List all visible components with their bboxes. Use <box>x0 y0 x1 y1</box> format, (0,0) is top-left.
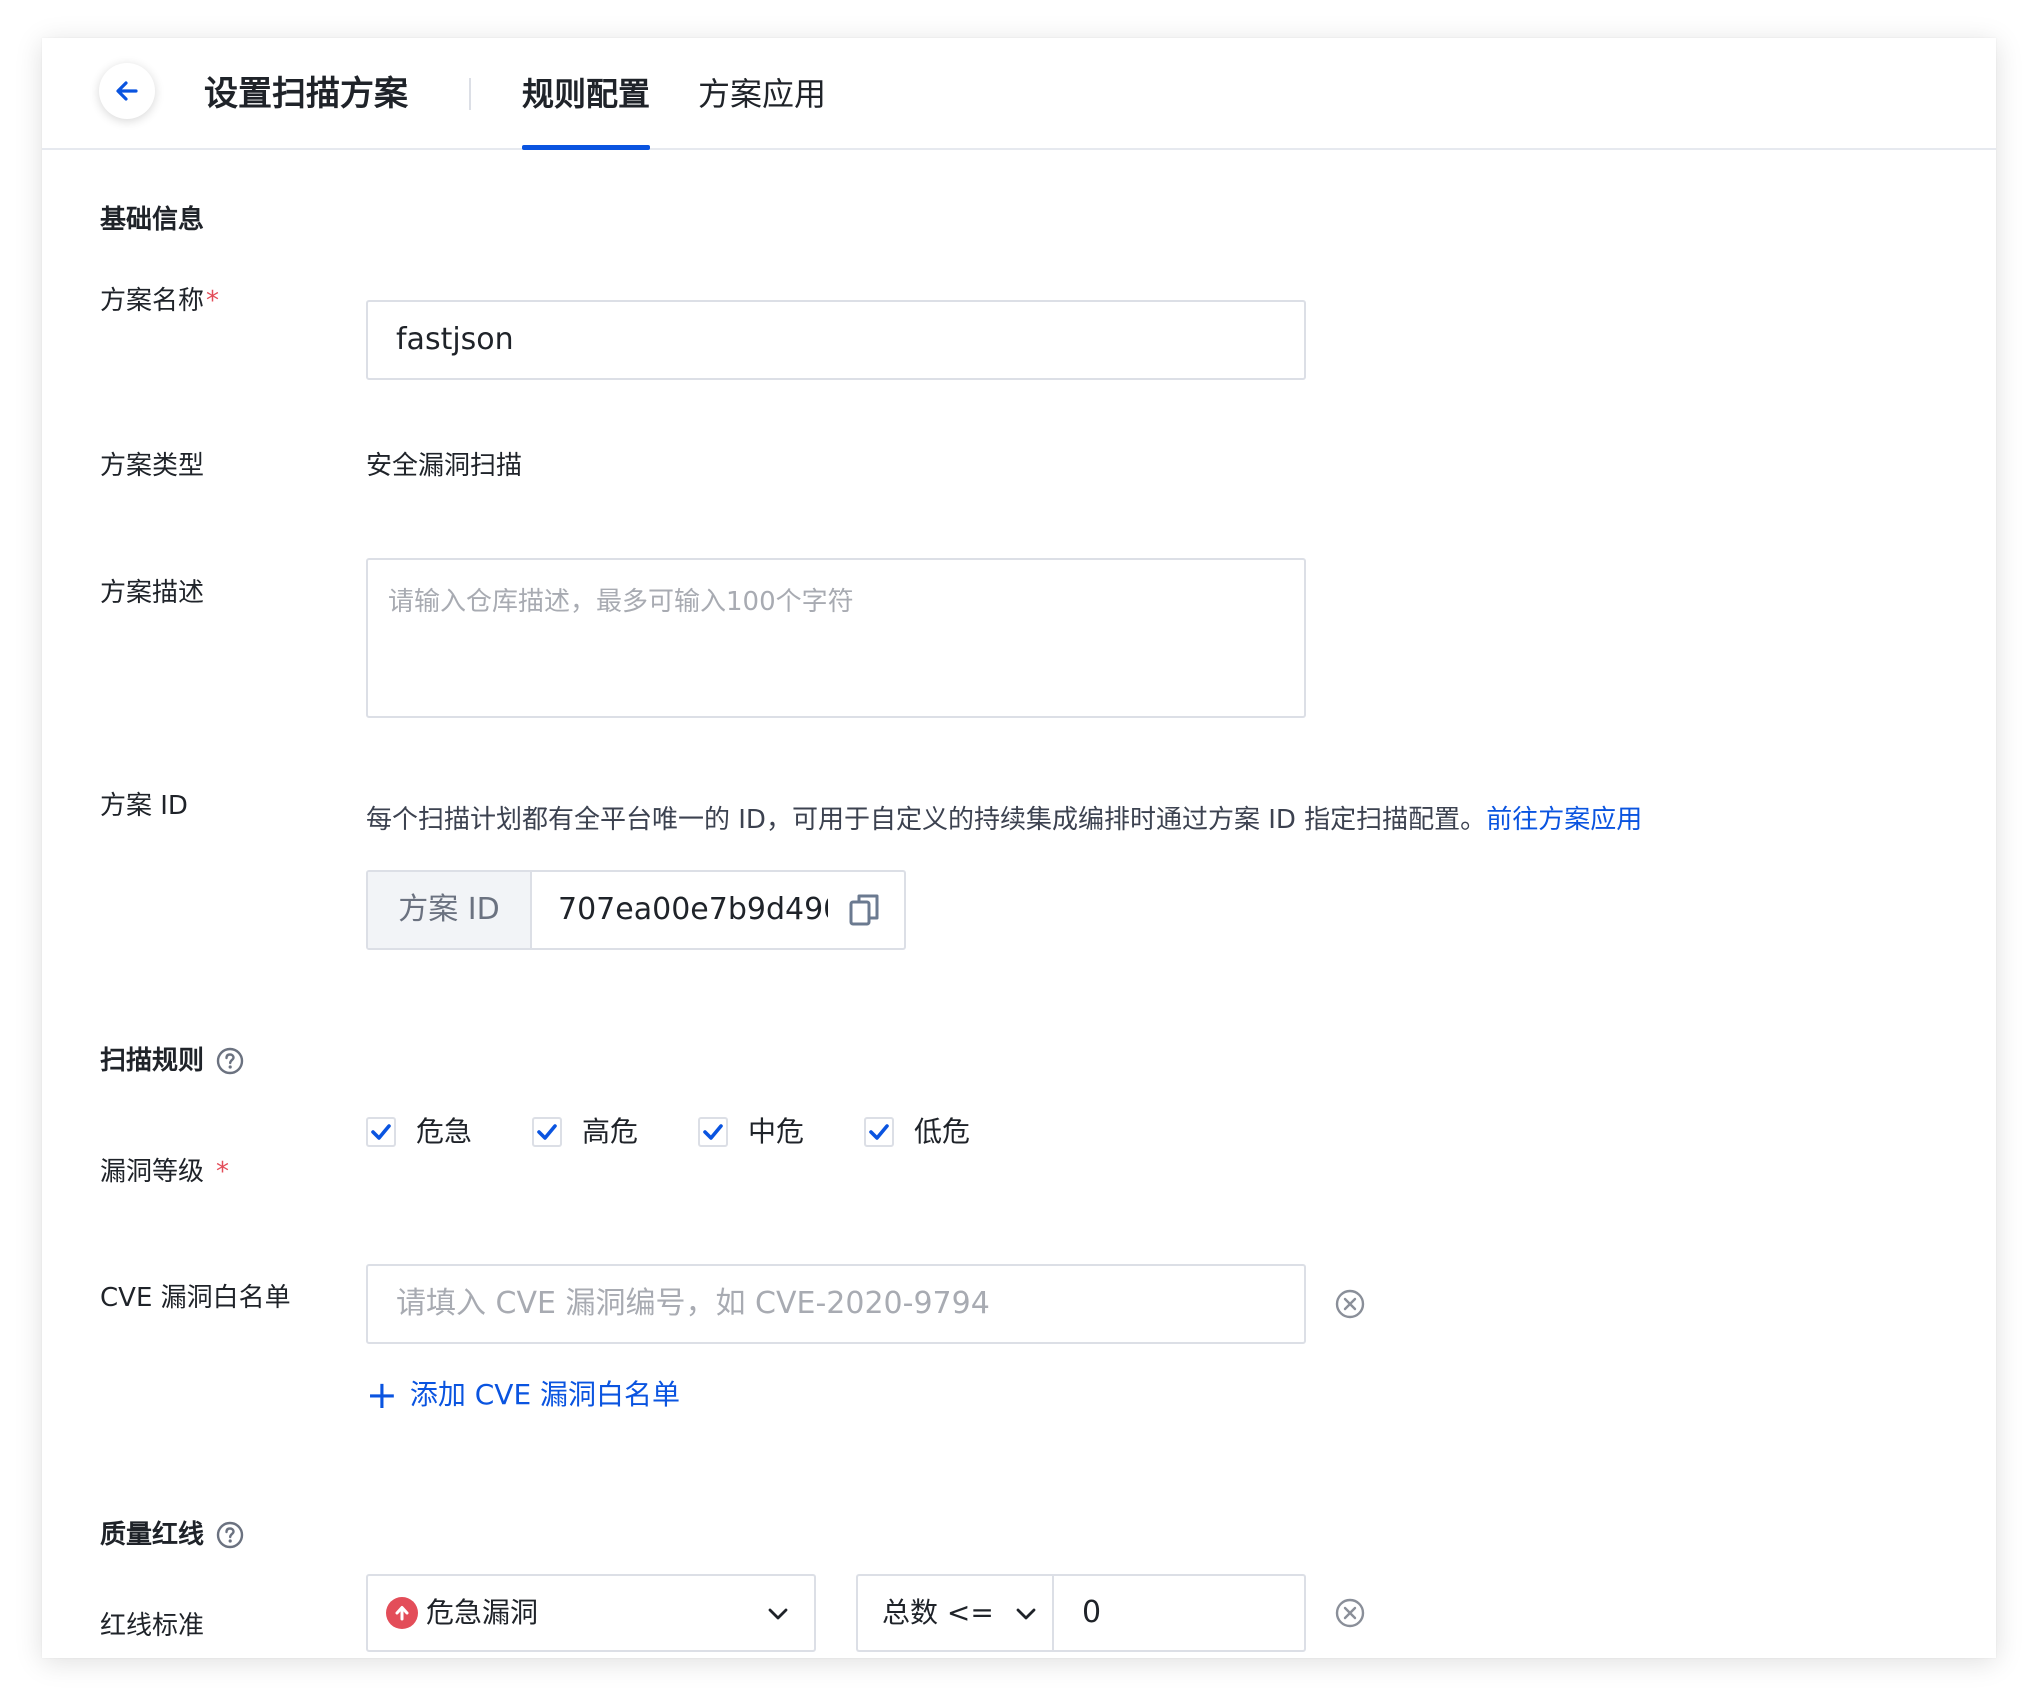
tab-plan-application[interactable]: 方案应用 <box>698 70 826 118</box>
checkbox-label: 高危 <box>582 1115 639 1148</box>
checkbox-label: 低危 <box>914 1115 971 1148</box>
checkbox-medium[interactable]: 中危 <box>698 1114 804 1150</box>
check-icon <box>703 1124 723 1140</box>
checkbox-box[interactable] <box>864 1117 895 1147</box>
cve-whitelist-label: CVE 漏洞白名单 <box>100 1283 291 1313</box>
arrow-left-icon <box>116 81 138 101</box>
page-title: 设置扫描方案 <box>204 74 408 114</box>
checkbox-critical[interactable]: 危急 <box>366 1114 472 1150</box>
checkbox-low[interactable]: 低危 <box>864 1114 970 1150</box>
quality-gate-heading: 质量红线 <box>100 1520 205 1550</box>
checkbox-high[interactable]: 高危 <box>532 1114 638 1150</box>
vuln-level-select-value: 危急漏洞 <box>426 1596 539 1629</box>
chevron-down-icon <box>1016 1608 1036 1620</box>
check-icon <box>371 1124 391 1140</box>
add-cve-whitelist-label: 添加 CVE 漏洞白名单 <box>409 1378 681 1411</box>
back-button[interactable] <box>99 63 155 119</box>
add-cve-whitelist-button[interactable]: + 添加 CVE 漏洞白名单 <box>366 1375 680 1415</box>
clear-icon[interactable] <box>1334 1597 1366 1629</box>
vuln-level-label: 漏洞等级 * <box>100 1154 229 1190</box>
threshold-input[interactable]: 0 <box>1052 1574 1306 1652</box>
tab-rule-config[interactable]: 规则配置 <box>522 70 650 118</box>
plan-name-label-text: 方案名称 <box>100 286 205 316</box>
operator-select[interactable]: 总数 <= <box>856 1574 1052 1652</box>
cve-whitelist-input[interactable]: 请填入 CVE 漏洞编号，如 CVE-2020-9794 <box>366 1264 1306 1344</box>
plan-id-value-field[interactable]: 707ea00e7b9d490 <box>532 872 904 948</box>
operator-select-value: 总数 <= <box>882 1596 994 1629</box>
quality-gate-section-title: 质量红线 <box>100 1517 244 1553</box>
check-icon <box>537 1124 557 1140</box>
plan-id-field: 方案 ID 707ea00e7b9d490 <box>366 870 906 950</box>
plan-description-label: 方案描述 <box>100 578 205 608</box>
gate-standard-label: 红线标准 <box>100 1611 205 1641</box>
checkbox-box[interactable] <box>698 1117 729 1147</box>
help-icon[interactable] <box>216 1521 244 1549</box>
go-to-plan-application-link[interactable]: 前往方案应用 <box>1486 805 1642 835</box>
checkbox-label: 中危 <box>748 1115 805 1148</box>
required-mark: * <box>206 286 220 316</box>
checkbox-label: 危急 <box>416 1115 473 1148</box>
plan-id-label: 方案 ID <box>100 791 188 821</box>
checkbox-box[interactable] <box>532 1117 563 1147</box>
title-divider <box>469 78 471 110</box>
critical-level-icon <box>386 1597 418 1629</box>
vuln-level-label-text: 漏洞等级 <box>100 1157 205 1187</box>
clear-icon[interactable] <box>1334 1288 1366 1320</box>
plan-id-description-text: 每个扫描计划都有全平台唯一的 ID，可用于自定义的持续集成编排时通过方案 ID … <box>366 805 1487 835</box>
plan-id-description: 每个扫描计划都有全平台唯一的 ID，可用于自定义的持续集成编排时通过方案 ID … <box>366 802 1642 838</box>
plan-name-label: 方案名称* <box>100 283 219 319</box>
basic-info-section-title: 基础信息 <box>100 202 204 238</box>
page-header: 设置扫描方案 规则配置 方案应用 <box>42 38 1996 150</box>
active-tab-indicator <box>522 145 650 150</box>
vuln-level-select[interactable]: 危急漏洞 <box>366 1574 816 1652</box>
plan-id-addon: 方案 ID <box>368 872 532 948</box>
scan-rules-heading: 扫描规则 <box>100 1046 205 1076</box>
plan-name-input[interactable]: fastjson <box>366 300 1306 380</box>
required-mark: * <box>216 1157 230 1187</box>
plus-icon: + <box>366 1373 398 1417</box>
scan-rules-section-title: 扫描规则 <box>100 1043 244 1079</box>
chevron-down-icon <box>768 1608 788 1620</box>
help-icon[interactable] <box>216 1047 244 1075</box>
check-icon <box>869 1124 889 1140</box>
plan-description-textarea[interactable]: 请输入仓库描述，最多可输入100个字符 <box>366 558 1306 718</box>
plan-type-label: 方案类型 <box>100 451 205 481</box>
vuln-level-checkbox-group: 危急 高危 中危 低危 <box>366 1114 1030 1150</box>
plan-id-value: 707ea00e7b9d490 <box>558 892 828 927</box>
scan-plan-settings-panel: 设置扫描方案 规则配置 方案应用 基础信息 方案名称* fastjson 方案类… <box>42 38 1996 1658</box>
copy-icon[interactable] <box>848 892 882 928</box>
basic-info-heading: 基础信息 <box>100 205 205 235</box>
checkbox-box[interactable] <box>366 1117 396 1147</box>
plan-type-value: 安全漏洞扫描 <box>366 451 523 481</box>
